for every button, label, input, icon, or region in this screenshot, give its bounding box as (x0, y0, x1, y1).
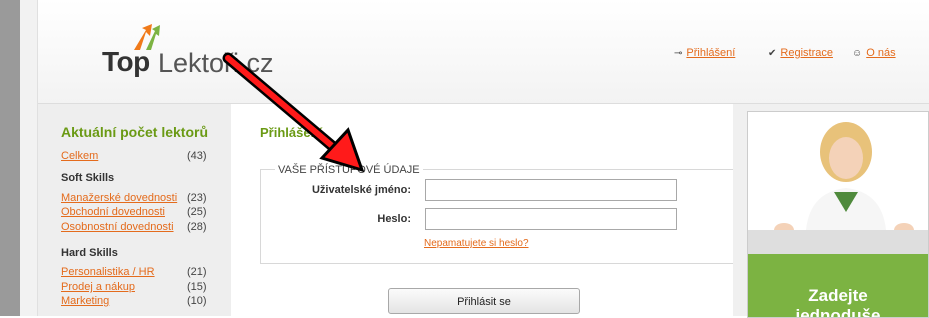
annotation-arrow-icon (222, 52, 365, 173)
